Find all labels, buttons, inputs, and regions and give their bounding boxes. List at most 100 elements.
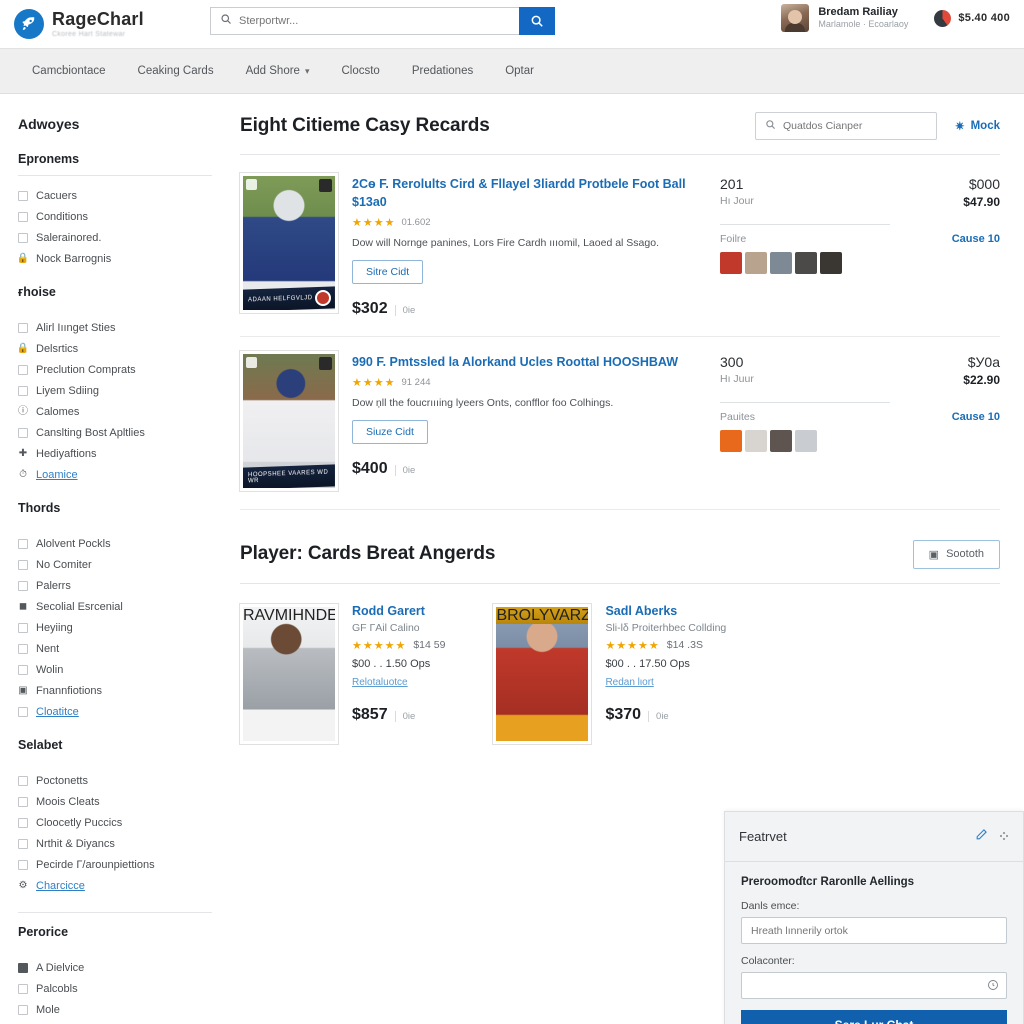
filter-option-heyiing[interactable]: Heyiing (18, 617, 212, 638)
filter-option-canslting[interactable]: Canslting Bost Apltlies (18, 422, 212, 443)
checkbox-icon[interactable] (18, 962, 28, 973)
checkbox-icon[interactable] (18, 211, 28, 222)
checkbox-icon[interactable] (18, 538, 28, 549)
filter-option-liyem-sdiing[interactable]: Liyem Sdiing (18, 380, 212, 401)
trading-card-image[interactable]: ADAAN HELFGVLJD (239, 172, 339, 314)
filter-option-nock-barrognis[interactable]: 🔒 Nock Barrognis (17, 248, 212, 269)
edit-pencil-icon[interactable] (975, 828, 988, 846)
checkbox-icon[interactable] (18, 838, 28, 849)
nav-item-5[interactable]: Optar (489, 65, 550, 77)
nav-item-0[interactable]: Camcbiontace (16, 65, 122, 77)
bidder-avatar[interactable] (795, 252, 817, 275)
chat-field1-input[interactable] (741, 917, 1007, 944)
filter-option-charcicce[interactable]: ⚙ Charcicce (18, 875, 212, 896)
filter-option-conditions[interactable]: Conditions (18, 206, 212, 227)
expand-icon[interactable] (999, 828, 1009, 846)
filter-option-no-coattions[interactable]: No Coattions (18, 1020, 212, 1024)
filter-option-cloatitce[interactable]: Cloatitce (18, 701, 212, 722)
checkbox-icon[interactable] (18, 427, 28, 438)
wallet-balance[interactable]: $5.40 400 (934, 9, 1010, 27)
player-card-image[interactable]: RAVMIHNDEN (239, 602, 339, 745)
filter-option-palcobls[interactable]: Palcobls (18, 978, 212, 999)
checkbox-icon[interactable] (18, 580, 28, 591)
checkbox-icon[interactable] (18, 775, 28, 786)
filter-option-salerainored[interactable]: Salerainored. (18, 227, 212, 248)
bidder-avatar[interactable] (720, 252, 742, 275)
checkbox-icon[interactable] (18, 322, 28, 333)
bidder-avatar[interactable] (820, 252, 842, 275)
brand-logo[interactable]: RageCharl Ckoree Hart Statewar (0, 9, 200, 39)
nav-item-4[interactable]: Predationes (396, 65, 489, 77)
checkbox-icon[interactable] (18, 559, 28, 570)
listing-meta-link[interactable]: Cause 10 (952, 233, 1000, 245)
checkbox-icon[interactable] (18, 643, 28, 654)
bidder-avatar[interactable] (770, 430, 792, 453)
bidder-avatar[interactable] (745, 252, 767, 275)
filter-option-nrthit-diyancs[interactable]: Nrthit & Diyancs (18, 833, 212, 854)
player-name[interactable]: Sadl Aberks (605, 604, 726, 618)
search-input[interactable] (239, 15, 510, 27)
nav-item-3[interactable]: Clocsto (325, 65, 395, 77)
player-name[interactable]: Rodd Garert (352, 604, 445, 618)
search-input-box[interactable] (210, 7, 519, 35)
listing-action-button[interactable]: Sitre Cidt (352, 259, 424, 284)
listing-action-button[interactable]: Siuze Cidt (352, 419, 428, 444)
checkbox-icon[interactable] (18, 983, 28, 994)
filter-option-alolvent[interactable]: Alolvent Pockls (18, 533, 212, 554)
player-link[interactable]: Relotaluotce (352, 677, 408, 688)
trading-card-image[interactable]: HOOPSHEE VAARES WD WR (239, 349, 339, 492)
listing-row[interactable]: HOOPSHEE VAARES WD WR 990 F. Pmtssled la… (239, 337, 1000, 510)
chat-submit-button[interactable]: Sere Lur Chat (741, 1010, 1007, 1024)
filter-option-palerrs[interactable]: Palerrs (18, 575, 212, 596)
bidder-avatar[interactable] (745, 430, 767, 453)
player-card-image[interactable]: BROLYVARZN (492, 602, 593, 745)
listing-title[interactable]: 2Cѳ F. Rerolults Cird & Fllayel Зliardd … (352, 175, 706, 211)
nav-item-2[interactable]: Add Shore ▾ (230, 65, 326, 77)
filter-option-calomes[interactable]: ⓘ Calomes (18, 401, 212, 422)
filter-option-mole[interactable]: Mole (18, 999, 212, 1020)
checkbox-icon[interactable] (18, 232, 28, 243)
players-soototh-button[interactable]: ▣ Soototh (912, 539, 1000, 569)
checkbox-icon[interactable] (18, 796, 28, 807)
search-submit-button[interactable] (519, 7, 555, 35)
listing-row[interactable]: ADAAN HELFGVLJD 2Cѳ F. Rerolults Cird & … (239, 159, 1000, 337)
player-card[interactable]: RAVMIHNDEN Rodd Garert GF ΓAil Calino ★★… (239, 602, 445, 745)
bidder-avatar[interactable] (720, 430, 742, 453)
filter-option-pecirde[interactable]: Pecirde Γ/arounpiettions (18, 854, 212, 875)
chat-field2-input[interactable] (741, 972, 1007, 999)
checkbox-icon[interactable] (18, 622, 28, 633)
filter-option-moois-cleats[interactable]: Moois Cleats (18, 791, 212, 812)
filter-option-secolial[interactable]: ◼ Secolial Esrcenial (18, 596, 212, 617)
records-search-input[interactable] (782, 120, 927, 132)
filter-option-hediyaftions[interactable]: ✚ Hediyaftions (18, 443, 212, 464)
bidder-avatar[interactable] (795, 430, 817, 453)
checkbox-icon[interactable] (18, 1004, 28, 1015)
filter-option-nent[interactable]: Nent (18, 638, 212, 659)
filter-option-poctonetts[interactable]: Poctonetts (18, 770, 212, 791)
filter-option-preclution[interactable]: Preclution Comprats (18, 359, 212, 380)
filter-option-cacuers[interactable]: Cacuers (18, 185, 212, 206)
mock-button[interactable]: ✷ Mock (955, 119, 1000, 133)
filter-option-fnannfiotions[interactable]: ▣ Fnannfiotions (18, 680, 212, 701)
listing-meta-link[interactable]: Cause 10 (952, 411, 1000, 423)
filter-option-loamice[interactable]: ⏱ Loamice (18, 464, 212, 485)
checkbox-icon[interactable] (18, 706, 28, 717)
filter-option-wolin[interactable]: Wolin (18, 659, 212, 680)
checkbox-icon[interactable] (18, 664, 28, 675)
filter-option-alirl-tinget[interactable]: Alirl Iıınget Sties (18, 317, 212, 338)
user-profile[interactable]: Bredam Railiay Marlamole · Ecoarlaoy (781, 4, 908, 32)
checkbox-icon[interactable] (18, 859, 28, 870)
listing-title[interactable]: 990 F. Pmtssled la Alorkand Ucles Rootta… (352, 353, 706, 371)
filter-option-cloocetly[interactable]: Cloocetly Puccics (18, 812, 212, 833)
records-search-box[interactable] (754, 112, 937, 140)
checkbox-icon[interactable] (18, 364, 28, 375)
checkbox-icon[interactable] (18, 817, 28, 828)
checkbox-icon[interactable] (18, 385, 28, 396)
checkbox-icon[interactable] (18, 190, 28, 201)
filter-option-delsrtics[interactable]: 🔒 Delsrtics (17, 338, 212, 359)
mic-icon[interactable] (987, 978, 999, 996)
player-card[interactable]: BROLYVARZN Sadl Aberks Sli-lδ Proiterhbe… (492, 602, 726, 745)
player-link[interactable]: Redan lιort (605, 677, 653, 688)
bidder-avatar[interactable] (770, 252, 792, 275)
filter-option-a-dielvice[interactable]: A Dielvice (18, 957, 212, 978)
